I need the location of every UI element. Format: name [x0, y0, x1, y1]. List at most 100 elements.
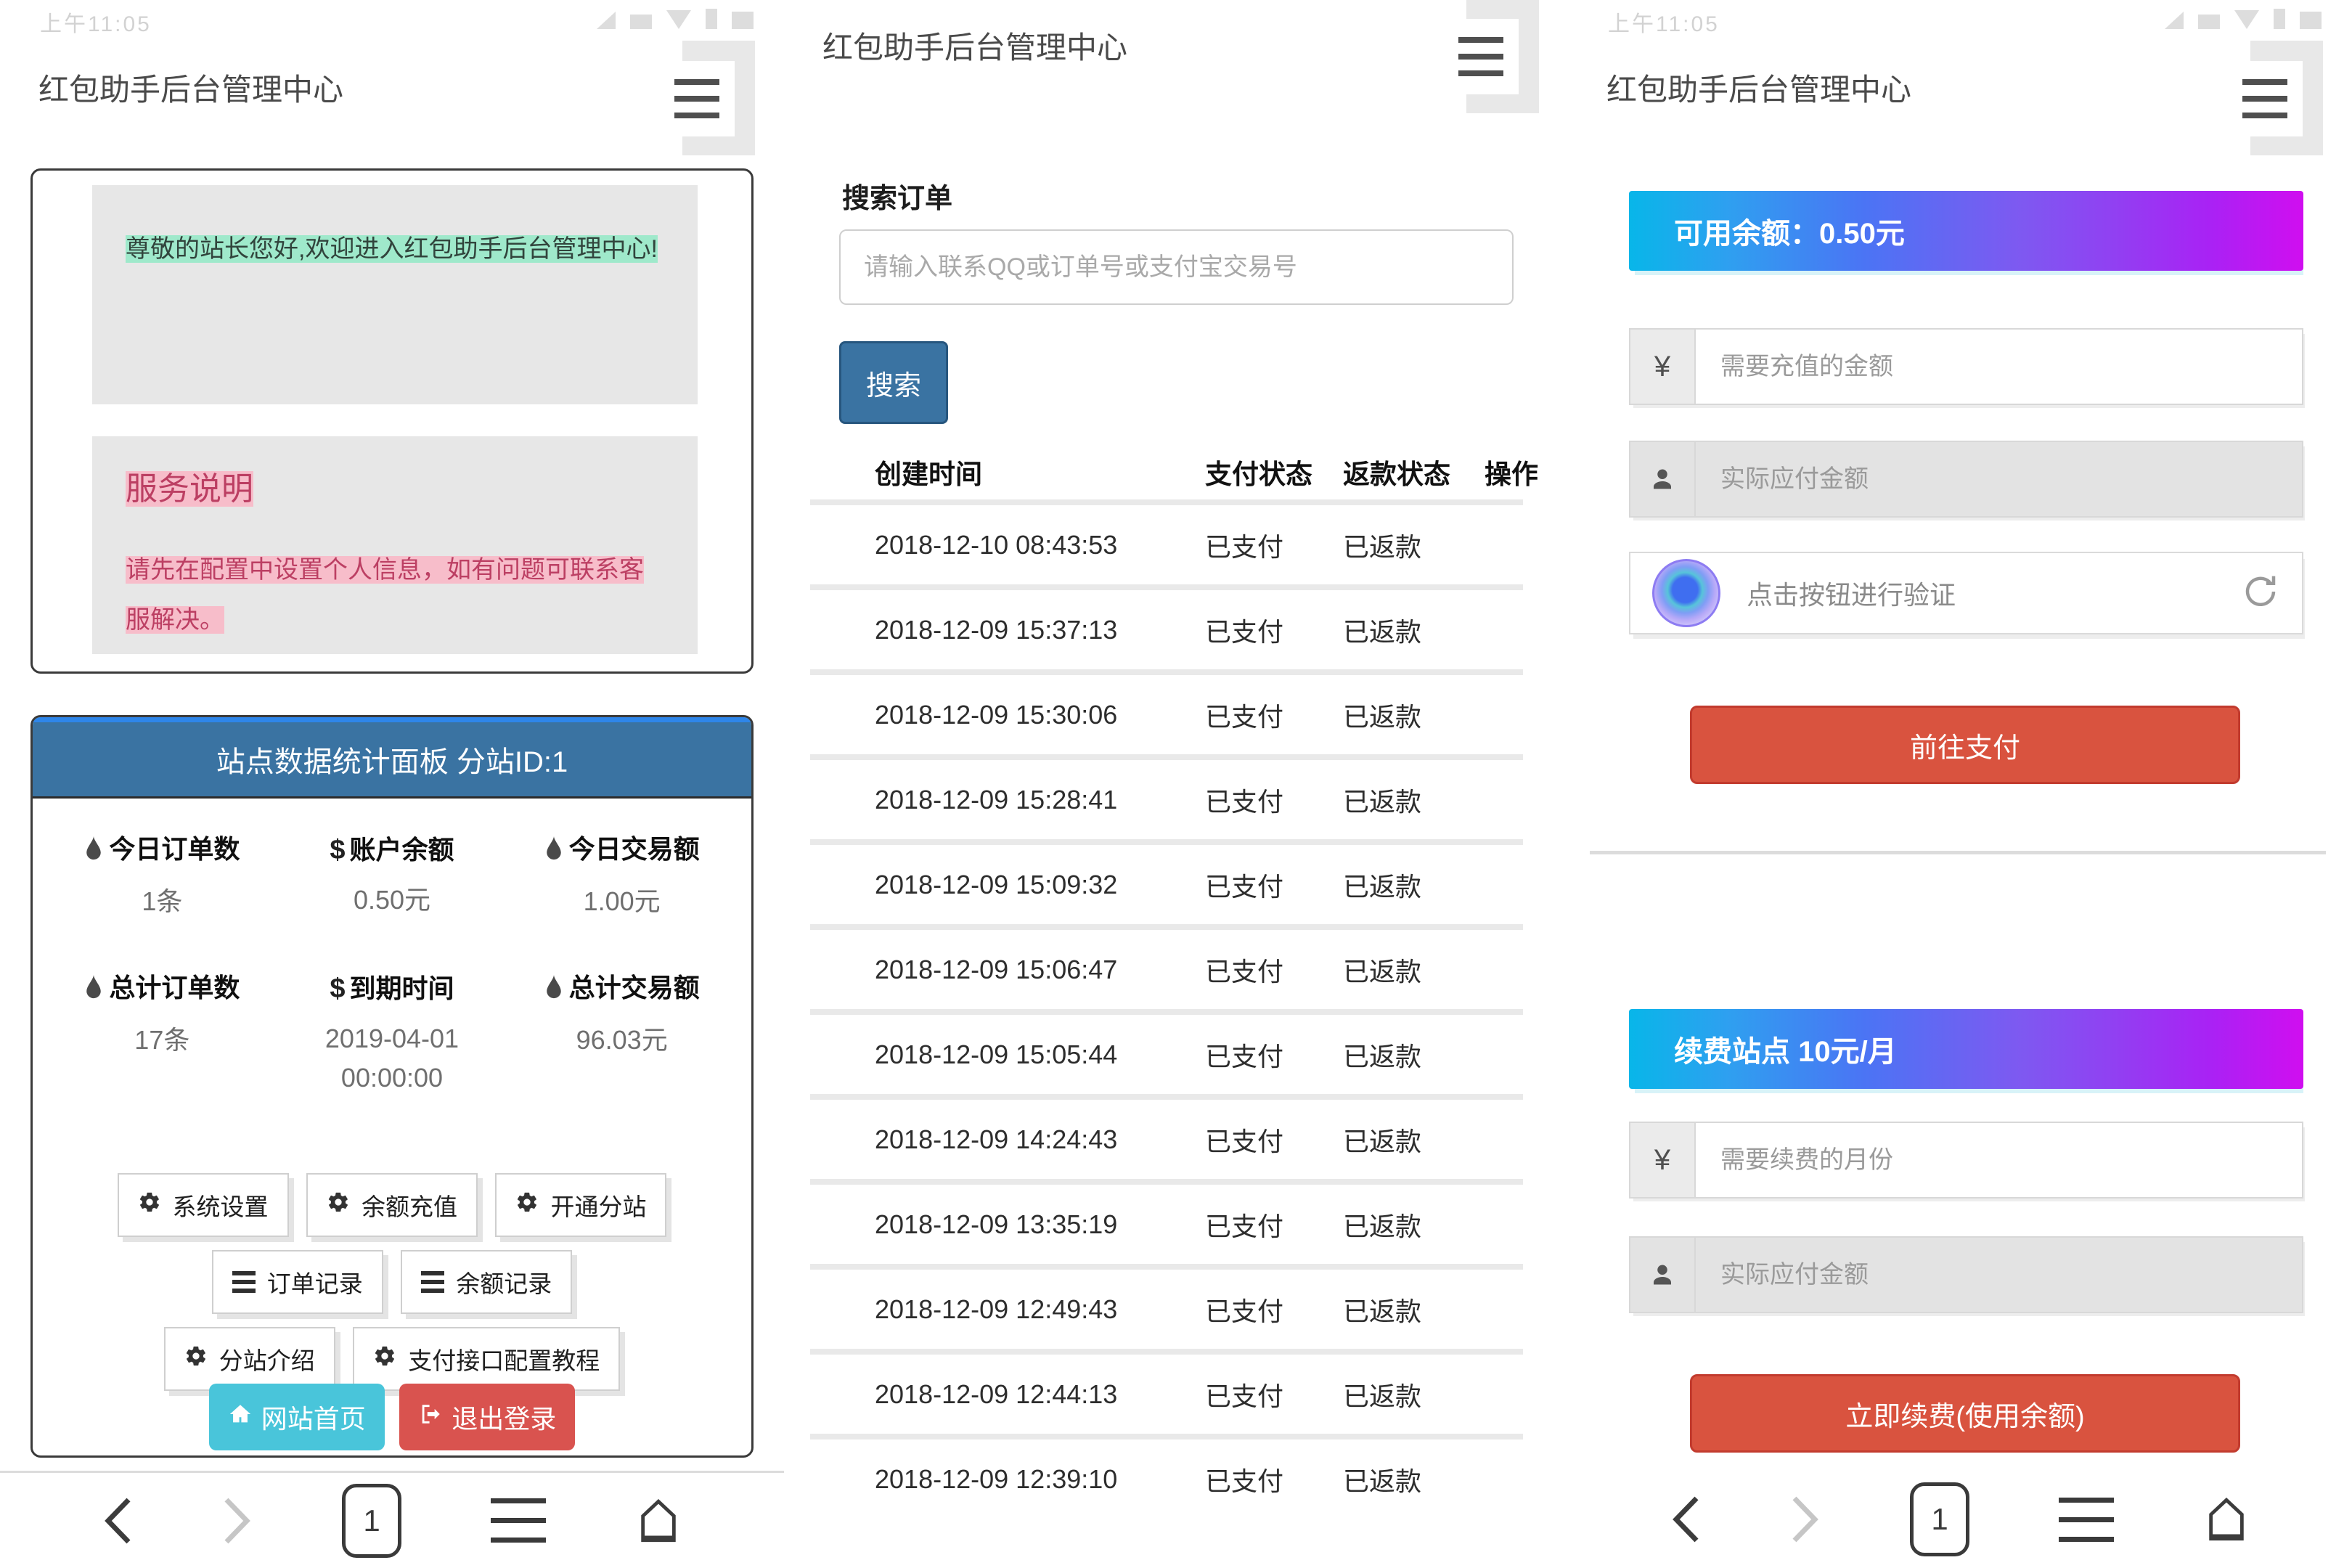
person-icon: [1629, 441, 1694, 518]
order-time: 2018-12-09 15:30:06: [875, 699, 1118, 730]
search-input[interactable]: [839, 229, 1514, 305]
gear-icon: [138, 1191, 161, 1220]
settings-button[interactable]: 系统设置: [117, 1173, 289, 1237]
nav-home-button[interactable]: [2199, 1493, 2254, 1545]
nav-menu-button[interactable]: [486, 1498, 550, 1543]
order-refund-status: 已返款: [1343, 616, 1422, 647]
menu-button[interactable]: [2207, 41, 2323, 157]
go-pay-button[interactable]: 前往支付: [1690, 706, 2240, 784]
dollar-icon: $: [330, 973, 346, 1004]
captcha-button[interactable]: 点击按钮进行验证: [1629, 552, 2303, 634]
nav-back-button[interactable]: [1666, 1494, 1705, 1545]
nav-back-button[interactable]: [98, 1495, 137, 1546]
order-refund-status: 已返款: [1343, 701, 1422, 732]
nav-forward-button[interactable]: [1786, 1494, 1825, 1545]
signal-icon: [597, 12, 616, 29]
order-row: 2018-12-09 15:30:06 已支付 已返款: [784, 675, 1568, 754]
balance-records-button[interactable]: 余额记录: [401, 1250, 573, 1314]
stats-card: 站点数据统计面板 分站ID:1 今日订单数 1条 $ 账户余额 0.50元 今日交…: [30, 715, 754, 1458]
branch-intro-button[interactable]: 分站介绍: [163, 1327, 335, 1391]
payment-config-tutorial-button[interactable]: 支付接口配置教程: [353, 1327, 621, 1391]
hamburger-icon: [491, 1498, 546, 1543]
order-pay-status: 已支付: [1205, 531, 1284, 562]
page-title: 红包助手后台管理中心: [1606, 73, 1912, 107]
order-pay-status: 已支付: [1205, 1041, 1284, 1071]
order-refund-status: 已返款: [1343, 956, 1422, 987]
list-icon: [421, 1271, 445, 1293]
actual-payable-input: [1694, 441, 2303, 518]
tab-count: 1: [342, 1483, 401, 1558]
nav-home-button[interactable]: [631, 1495, 686, 1547]
nav-tabs-button[interactable]: 1: [338, 1483, 406, 1559]
stat-today-orders: 今日订单数 1条: [47, 829, 277, 921]
renew-payable-group: [1629, 1236, 2303, 1313]
open-branch-button[interactable]: 开通分站: [495, 1173, 667, 1237]
network-icon: [2198, 15, 2220, 29]
renew-now-button[interactable]: 立即续费(使用余额): [1690, 1374, 2240, 1453]
renew-payable-input: [1694, 1236, 2303, 1313]
site-home-button[interactable]: 网站首页: [208, 1384, 385, 1450]
stat-value: 96.03元: [576, 1024, 668, 1055]
order-time: 2018-12-09 15:09:32: [875, 869, 1118, 899]
home-icon: [228, 1402, 253, 1433]
order-records-button[interactable]: 订单记录: [211, 1250, 383, 1314]
recharge-amount-input[interactable]: [1694, 328, 2303, 405]
nav-menu-button[interactable]: [2054, 1497, 2118, 1543]
order-row: 2018-12-09 15:06:47 已支付 已返款: [784, 930, 1568, 1009]
stat-value: 0.50元: [353, 884, 431, 915]
order-pay-status: 已支付: [1205, 1211, 1284, 1241]
browser-nav-bar: 1: [1568, 1471, 2352, 1568]
stats-panel-title: 站点数据统计面板 分站ID:1: [33, 717, 751, 799]
recharge-button[interactable]: 余额充值: [306, 1173, 478, 1237]
order-row: 2018-12-09 12:49:43 已支付 已返款: [784, 1270, 1568, 1349]
clock-icon: [2300, 12, 2322, 29]
menu-button[interactable]: [639, 41, 755, 157]
order-refund-status: 已返款: [1343, 871, 1422, 902]
menu-button[interactable]: [1423, 0, 1539, 115]
order-time: 2018-12-09 14:24:43: [875, 1124, 1118, 1154]
wifi-icon: [666, 10, 691, 29]
battery-icon: [706, 9, 717, 29]
hamburger-icon: [659, 61, 735, 136]
middle-screen: 红包助手后台管理中心 搜索订单 搜索 创建时间 支付状态 返款状态 操作 201…: [784, 0, 1568, 1568]
network-icon: [630, 15, 652, 29]
captcha-label: 点击按钮进行验证: [1747, 580, 1956, 610]
order-time: 2018-12-09 15:06:47: [875, 954, 1118, 984]
service-title: 服务说明: [126, 471, 253, 507]
welcome-box: 尊敬的站长您好,欢迎进入红包助手后台管理中心!: [92, 185, 698, 404]
refresh-icon[interactable]: [2241, 572, 2280, 615]
order-refund-status: 已返款: [1343, 1211, 1422, 1241]
nav-tabs-button[interactable]: 1: [1906, 1482, 1974, 1557]
nav-forward-button[interactable]: [218, 1495, 257, 1546]
logout-icon: [418, 1402, 443, 1433]
page-title: 红包助手后台管理中心: [38, 73, 344, 107]
order-refund-status: 已返款: [1343, 1126, 1422, 1156]
stats-grid: 今日订单数 1条 $ 账户余额 0.50元 今日交易额 1.00元 总计订单数 1…: [33, 799, 751, 1098]
search-button[interactable]: 搜索: [839, 341, 948, 424]
order-row: 2018-12-10 08:43:53 已支付 已返款: [784, 505, 1568, 584]
order-pay-status: 已支付: [1205, 701, 1284, 732]
drop-icon: [84, 833, 103, 873]
order-time: 2018-12-09 12:39:10: [875, 1463, 1118, 1494]
order-time: 2018-12-09 15:28:41: [875, 784, 1118, 814]
renew-months-input[interactable]: [1694, 1122, 2303, 1199]
logout-button[interactable]: 退出登录: [399, 1384, 576, 1450]
order-pay-status: 已支付: [1205, 1296, 1284, 1326]
tab-count: 1: [1910, 1482, 1969, 1556]
col-create-time: 创建时间: [875, 460, 982, 489]
gear-icon: [373, 1344, 396, 1373]
order-time: 2018-12-10 08:43:53: [875, 529, 1118, 560]
stat-total-volume: 总计交易额 96.03元: [507, 968, 737, 1098]
stat-value: 1条: [142, 886, 183, 916]
app-header: 红包助手后台管理中心: [1601, 41, 2323, 155]
order-pay-status: 已支付: [1205, 786, 1284, 817]
yen-icon: ¥: [1629, 328, 1694, 405]
left-screen: 上午11:05 红包助手后台管理中心 尊敬的站长您好,欢迎进入红包助手后台管理中…: [0, 0, 784, 1568]
order-row: 2018-12-09 15:05:44 已支付 已返款: [784, 1015, 1568, 1094]
order-refund-status: 已返款: [1343, 1296, 1422, 1326]
order-row: 2018-12-09 15:28:41 已支付 已返款: [784, 760, 1568, 839]
signal-icon: [2165, 12, 2184, 29]
stat-today-volume: 今日交易额 1.00元: [507, 829, 737, 921]
app-header: 红包助手后台管理中心: [33, 41, 755, 155]
clock-icon: [732, 12, 754, 29]
